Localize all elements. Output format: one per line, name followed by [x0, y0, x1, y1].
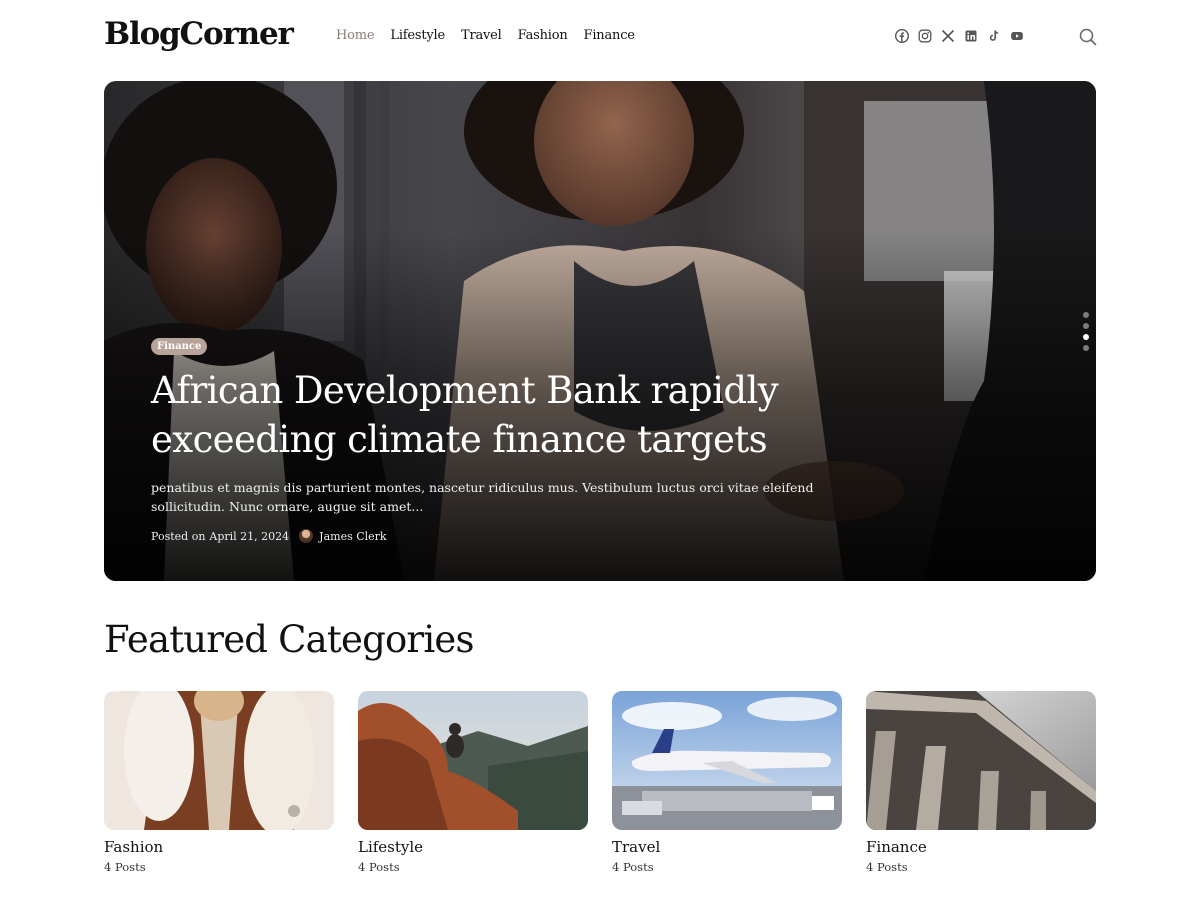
- hero-excerpt: penatibus et magnis dis parturient monte…: [151, 480, 814, 514]
- slider-dot[interactable]: [1083, 345, 1089, 351]
- category-cards: Fashion 4 Posts Lifestyle 4 Posts Travel…: [104, 691, 1096, 874]
- category-image[interactable]: [612, 691, 842, 830]
- site-header: BlogCorner Home Lifestyle Travel Fashion…: [104, 0, 1098, 72]
- search-icon[interactable]: [1078, 27, 1098, 47]
- linkedin-icon[interactable]: [963, 28, 979, 44]
- nav-item-travel[interactable]: Travel: [461, 28, 502, 43]
- posted-on-label: Posted on: [151, 529, 206, 543]
- category-card-finance[interactable]: Finance 4 Posts: [866, 691, 1096, 874]
- category-name[interactable]: Fashion: [104, 838, 334, 856]
- author-avatar: [299, 529, 314, 543]
- slider-dot[interactable]: [1083, 312, 1089, 318]
- site-logo[interactable]: BlogCorner: [104, 16, 294, 52]
- post-meta: Posted on April 21, 2024 James Clerk: [151, 529, 871, 543]
- category-name[interactable]: Lifestyle: [358, 838, 588, 856]
- category-card-fashion[interactable]: Fashion 4 Posts: [104, 691, 334, 874]
- slider-dots: [1083, 312, 1089, 351]
- section-title: Featured Categories: [104, 618, 474, 661]
- youtube-icon[interactable]: [1009, 28, 1025, 44]
- category-post-count: 4 Posts: [866, 860, 908, 874]
- category-card-travel[interactable]: Travel 4 Posts: [612, 691, 842, 874]
- x-icon[interactable]: [940, 28, 956, 44]
- category-image[interactable]: [866, 691, 1096, 830]
- slider-dot-active[interactable]: [1083, 334, 1089, 340]
- instagram-icon[interactable]: [917, 28, 933, 44]
- tiktok-icon[interactable]: [986, 28, 1002, 44]
- category-image[interactable]: [358, 691, 588, 830]
- category-post-count: 4 Posts: [104, 860, 146, 874]
- main-nav: Home Lifestyle Travel Fashion Finance: [336, 28, 635, 43]
- hero-slider[interactable]: Finance African Development Bank rapidly…: [104, 81, 1096, 581]
- social-links: [894, 28, 1025, 44]
- category-card-lifestyle[interactable]: Lifestyle 4 Posts: [358, 691, 588, 874]
- hero-content: Finance African Development Bank rapidly…: [151, 334, 871, 543]
- slider-dot[interactable]: [1083, 323, 1089, 329]
- category-post-count: 4 Posts: [612, 860, 654, 874]
- nav-item-finance[interactable]: Finance: [584, 28, 635, 43]
- facebook-icon[interactable]: [894, 28, 910, 44]
- category-image[interactable]: [104, 691, 334, 830]
- category-post-count: 4 Posts: [358, 860, 400, 874]
- nav-item-lifestyle[interactable]: Lifestyle: [390, 28, 445, 43]
- category-name[interactable]: Finance: [866, 838, 1096, 856]
- nav-item-home[interactable]: Home: [336, 28, 375, 43]
- author-name[interactable]: James Clerk: [319, 530, 386, 543]
- category-name[interactable]: Travel: [612, 838, 842, 856]
- nav-item-fashion[interactable]: Fashion: [518, 28, 568, 43]
- category-badge[interactable]: Finance: [151, 338, 208, 355]
- post-date: April 21, 2024: [209, 529, 290, 543]
- hero-title[interactable]: African Development Bank rapidly exceedi…: [151, 366, 871, 464]
